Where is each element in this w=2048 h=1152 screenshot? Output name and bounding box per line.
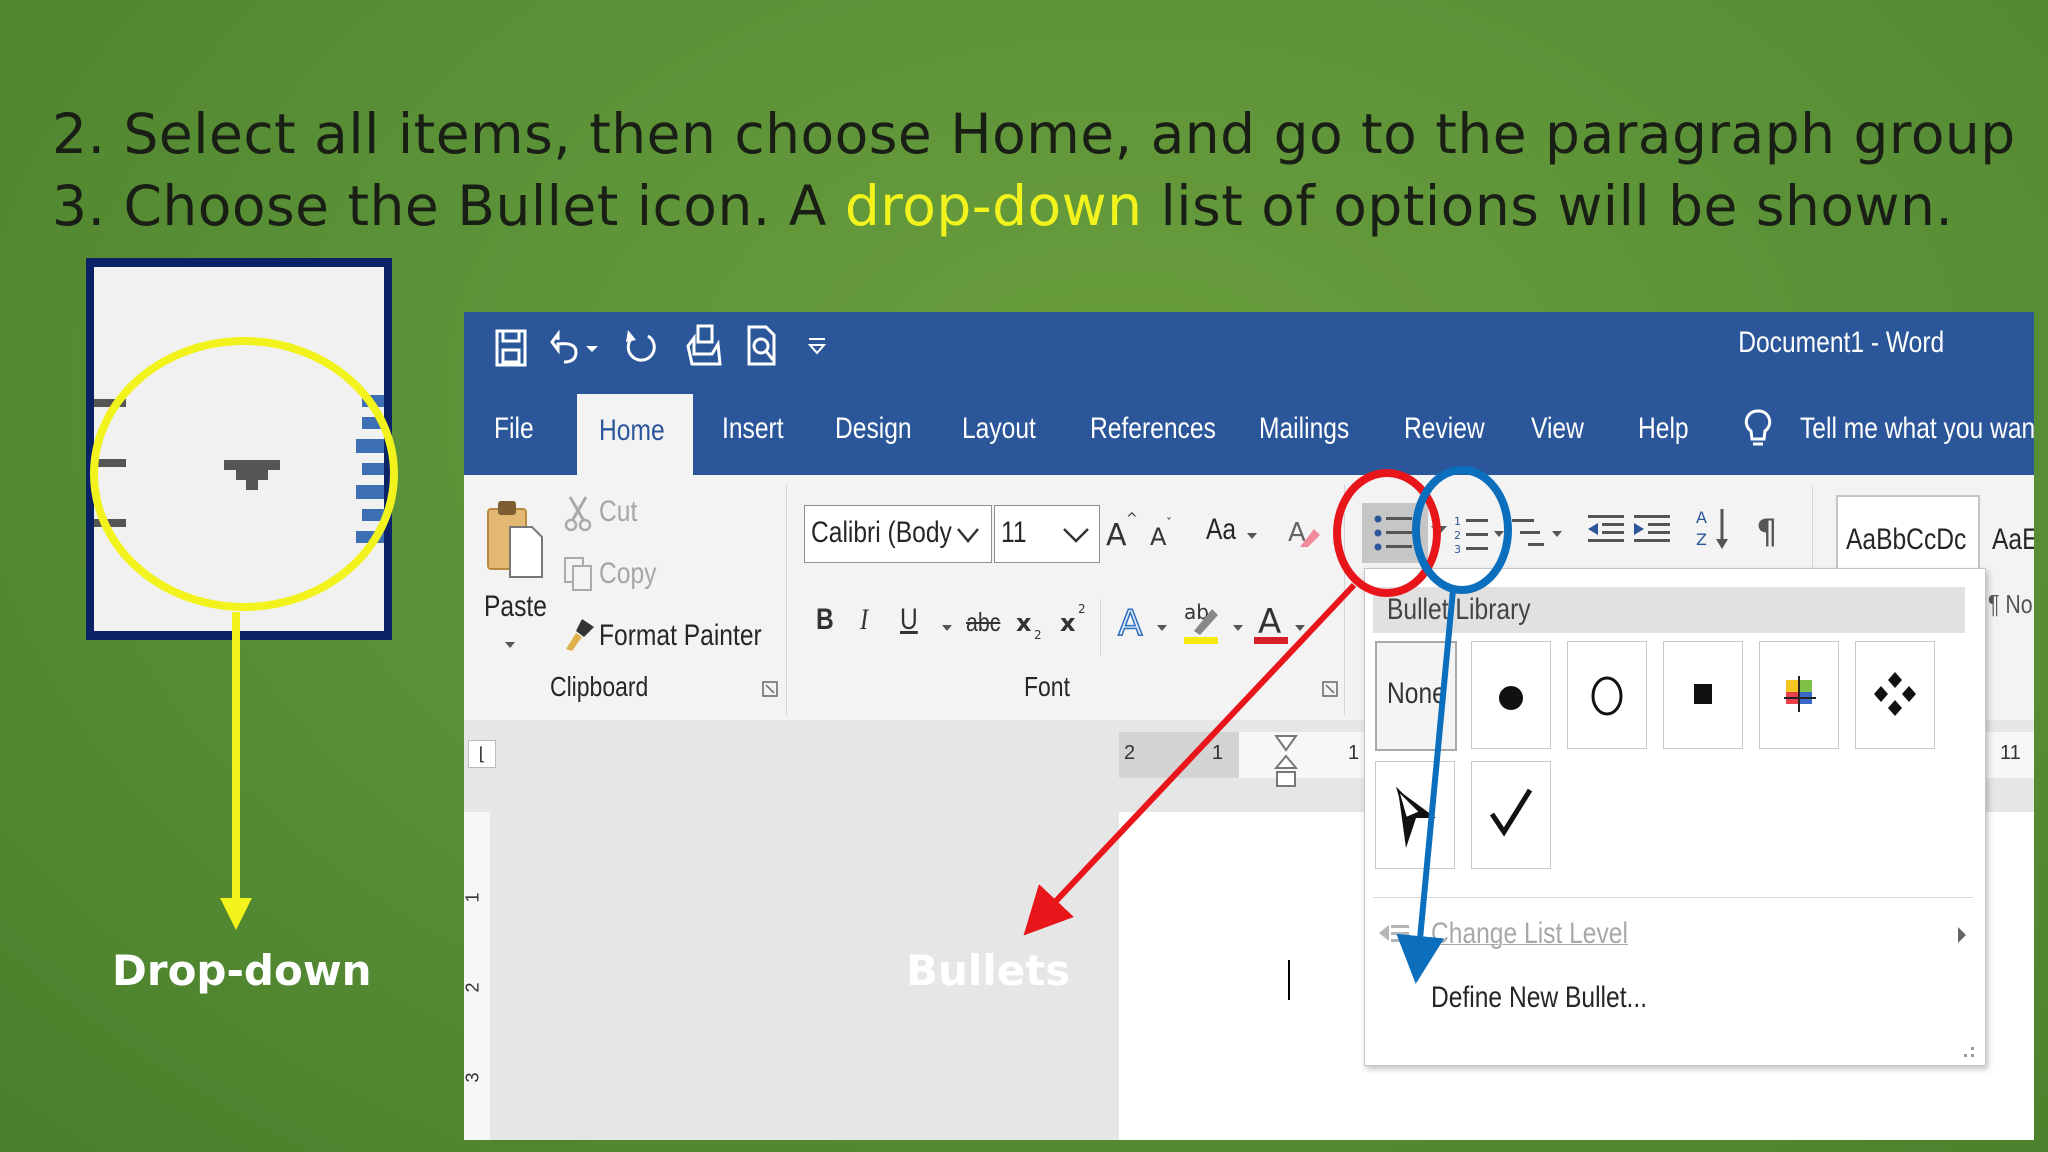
caption-drop-down: Drop-down	[112, 946, 372, 995]
red-arrow	[1023, 582, 1357, 936]
caption-bullets: Bullets	[906, 946, 1071, 995]
blue-dropdown-circle	[1412, 466, 1512, 594]
red-bullets-circle	[1333, 469, 1441, 597]
yellow-arrowhead	[220, 898, 252, 930]
blue-arrow	[1396, 589, 1456, 984]
yellow-zoom-circle	[90, 337, 398, 611]
